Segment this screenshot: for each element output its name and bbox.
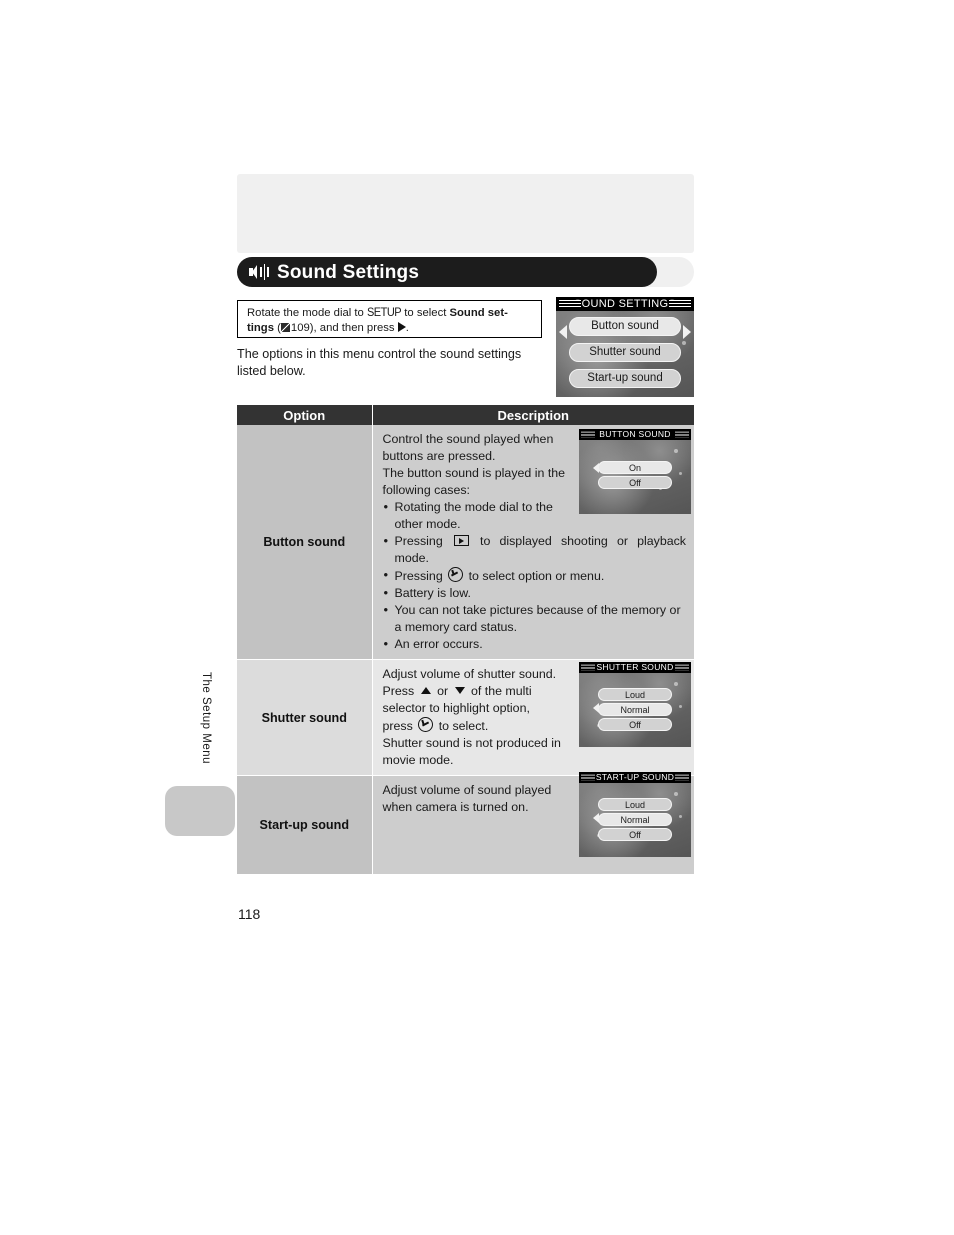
bullet-text-pre: Pressing	[394, 569, 447, 583]
lens-flare-speck	[674, 682, 678, 686]
desc-text: to select.	[435, 719, 489, 733]
up-arrow-icon	[420, 687, 431, 694]
instruction-ref-open: (	[274, 322, 281, 334]
lcd-startup-sound-screen: START-UP SOUND Loud Normal Off	[579, 772, 691, 857]
title-bar-right-icon	[675, 431, 689, 438]
header-bar: Sound Settings	[237, 257, 657, 287]
playback-icon	[453, 535, 469, 546]
bullet-list: Rotating the mode dial to the other mode…	[383, 498, 687, 653]
lcd-title-text: SHUTTER SOUND	[596, 662, 674, 672]
desc-paragraph-2: The button sound is played in the follow…	[382, 466, 566, 497]
lcd-option-normal[interactable]: Normal	[598, 703, 672, 716]
lcd-menu-item-shutter-sound[interactable]: Shutter sound	[569, 343, 681, 362]
column-header-description: Description	[372, 405, 694, 425]
book-reference-icon	[280, 323, 290, 332]
right-arrow-icon	[683, 325, 691, 339]
ok-button-icon	[448, 567, 464, 582]
option-cell-startup-sound: Start-up sound	[237, 775, 373, 875]
option-cell-button-sound: Button sound	[237, 425, 373, 660]
lcd-shutter-sound-screen: SHUTTER SOUND Loud Normal Off	[579, 662, 691, 747]
desc-text: or	[433, 684, 452, 698]
bullet-item: You can not take pictures because of the…	[383, 601, 687, 636]
lcd-option-off[interactable]: Off	[598, 828, 672, 841]
instruction-bold-a: Sound set-	[449, 307, 508, 319]
instruction-box: Rotate the mode dial to SETUP to select …	[237, 300, 542, 338]
chapter-tab	[165, 786, 235, 836]
title-bar-right-icon	[675, 774, 689, 781]
bullet-item: Battery is low.	[383, 584, 687, 602]
lcd-title-text: BUTTON SOUND	[599, 429, 671, 439]
desc-text: press	[382, 719, 417, 733]
lcd-title: START-UP SOUND	[579, 772, 691, 783]
lens-flare-speck	[674, 792, 678, 796]
option-label: Button sound	[263, 535, 346, 549]
title-bar-left-icon	[559, 299, 581, 309]
title-bar-left-icon	[581, 431, 595, 438]
setup-dial-glyph: SETUP	[366, 306, 402, 320]
bullet-item: An error occurs.	[383, 635, 687, 653]
top-content-panel	[237, 174, 694, 253]
lcd-title: BUTTON SOUND	[579, 429, 691, 440]
section-header: Sound Settings	[237, 257, 694, 287]
lcd-option-normal[interactable]: Normal	[598, 813, 672, 826]
lcd-option-off[interactable]: Off	[598, 476, 672, 489]
option-cell-shutter-sound: Shutter sound	[237, 659, 373, 776]
option-label: Start-up sound	[259, 818, 350, 832]
down-arrow-icon	[454, 687, 465, 694]
desc-text: of the multi	[467, 684, 532, 698]
lcd-option-loud[interactable]: Loud	[598, 688, 672, 701]
left-arrow-icon	[559, 325, 567, 339]
desc-line-1: Adjust volume of shutter sound.	[382, 667, 557, 681]
title-bar-left-icon	[581, 774, 595, 781]
desc-line-2: Press or of the multi	[383, 683, 573, 700]
title-bar-right-icon	[675, 664, 689, 671]
page-title: Sound Settings	[277, 261, 420, 283]
lcd-option-loud[interactable]: Loud	[598, 798, 672, 811]
instruction-period: .	[405, 322, 409, 334]
desc-text: Press	[382, 684, 418, 698]
desc-paragraph-1: Control the sound played when buttons ar…	[382, 432, 554, 463]
lcd-title: SHUTTER SOUND	[579, 662, 691, 673]
desc-line-3: selector to highlight option,	[382, 701, 530, 715]
option-label: Shutter sound	[261, 710, 347, 725]
lcd-button-sound-screen: BUTTON SOUND On Off	[579, 429, 691, 514]
table-header-row: Option Description	[237, 405, 694, 425]
lens-flare-speck	[674, 449, 678, 453]
chapter-tab-label: The Setup Menu	[200, 672, 212, 765]
instruction-bold-b: tings	[247, 322, 274, 334]
lcd-title-text: START-UP SOUND	[595, 772, 675, 782]
ok-button-icon	[418, 717, 434, 732]
lcd-title: SOUND SETTINGS	[556, 297, 694, 311]
lcd-menu-item-startup-sound[interactable]: Start-up sound	[569, 369, 681, 388]
title-bar-right-icon	[669, 299, 691, 309]
bullet-item: Rotating the mode dial to the other mode…	[383, 498, 585, 533]
lcd-sound-settings-screen: SOUND SETTINGS Button sound Shutter soun…	[556, 297, 694, 397]
desc-line-4: press to select.	[383, 717, 573, 735]
instruction-text-b: to select	[401, 307, 450, 319]
speaker-sound-icon	[249, 263, 271, 281]
lcd-menu-item-button-sound[interactable]: Button sound	[569, 317, 681, 336]
bullet-item: Pressing to displayed shooting or playba…	[383, 532, 686, 567]
left-arrow-icon	[593, 703, 599, 713]
page-number: 118	[238, 906, 261, 922]
desc-line-1: Adjust volume of sound played when camer…	[382, 783, 552, 814]
lcd-menu-list: Button sound Shutter sound Start-up soun…	[556, 317, 694, 388]
desc-line-5: Shutter sound is not produced in movie m…	[382, 736, 561, 767]
left-arrow-icon	[593, 463, 599, 473]
lcd-option-on[interactable]: On	[598, 461, 672, 474]
intro-paragraph: The options in this menu control the sou…	[237, 347, 522, 378]
bullet-text-post: to select option or menu.	[465, 569, 605, 583]
right-arrow-icon	[397, 322, 406, 332]
column-header-option: Option	[237, 405, 373, 425]
instruction-text-a: Rotate the mode dial to	[247, 307, 367, 319]
instruction-ref-page: 109	[290, 322, 310, 334]
left-arrow-icon	[593, 813, 599, 823]
bullet-text-pre: Pressing	[394, 534, 452, 548]
instruction-ref-close: ), and then press	[309, 322, 398, 334]
lcd-option-off[interactable]: Off	[598, 718, 672, 731]
title-bar-left-icon	[581, 664, 595, 671]
bullet-item: Pressing to select option or menu.	[383, 566, 687, 585]
lcd-title-text: SOUND SETTINGS	[574, 298, 676, 310]
